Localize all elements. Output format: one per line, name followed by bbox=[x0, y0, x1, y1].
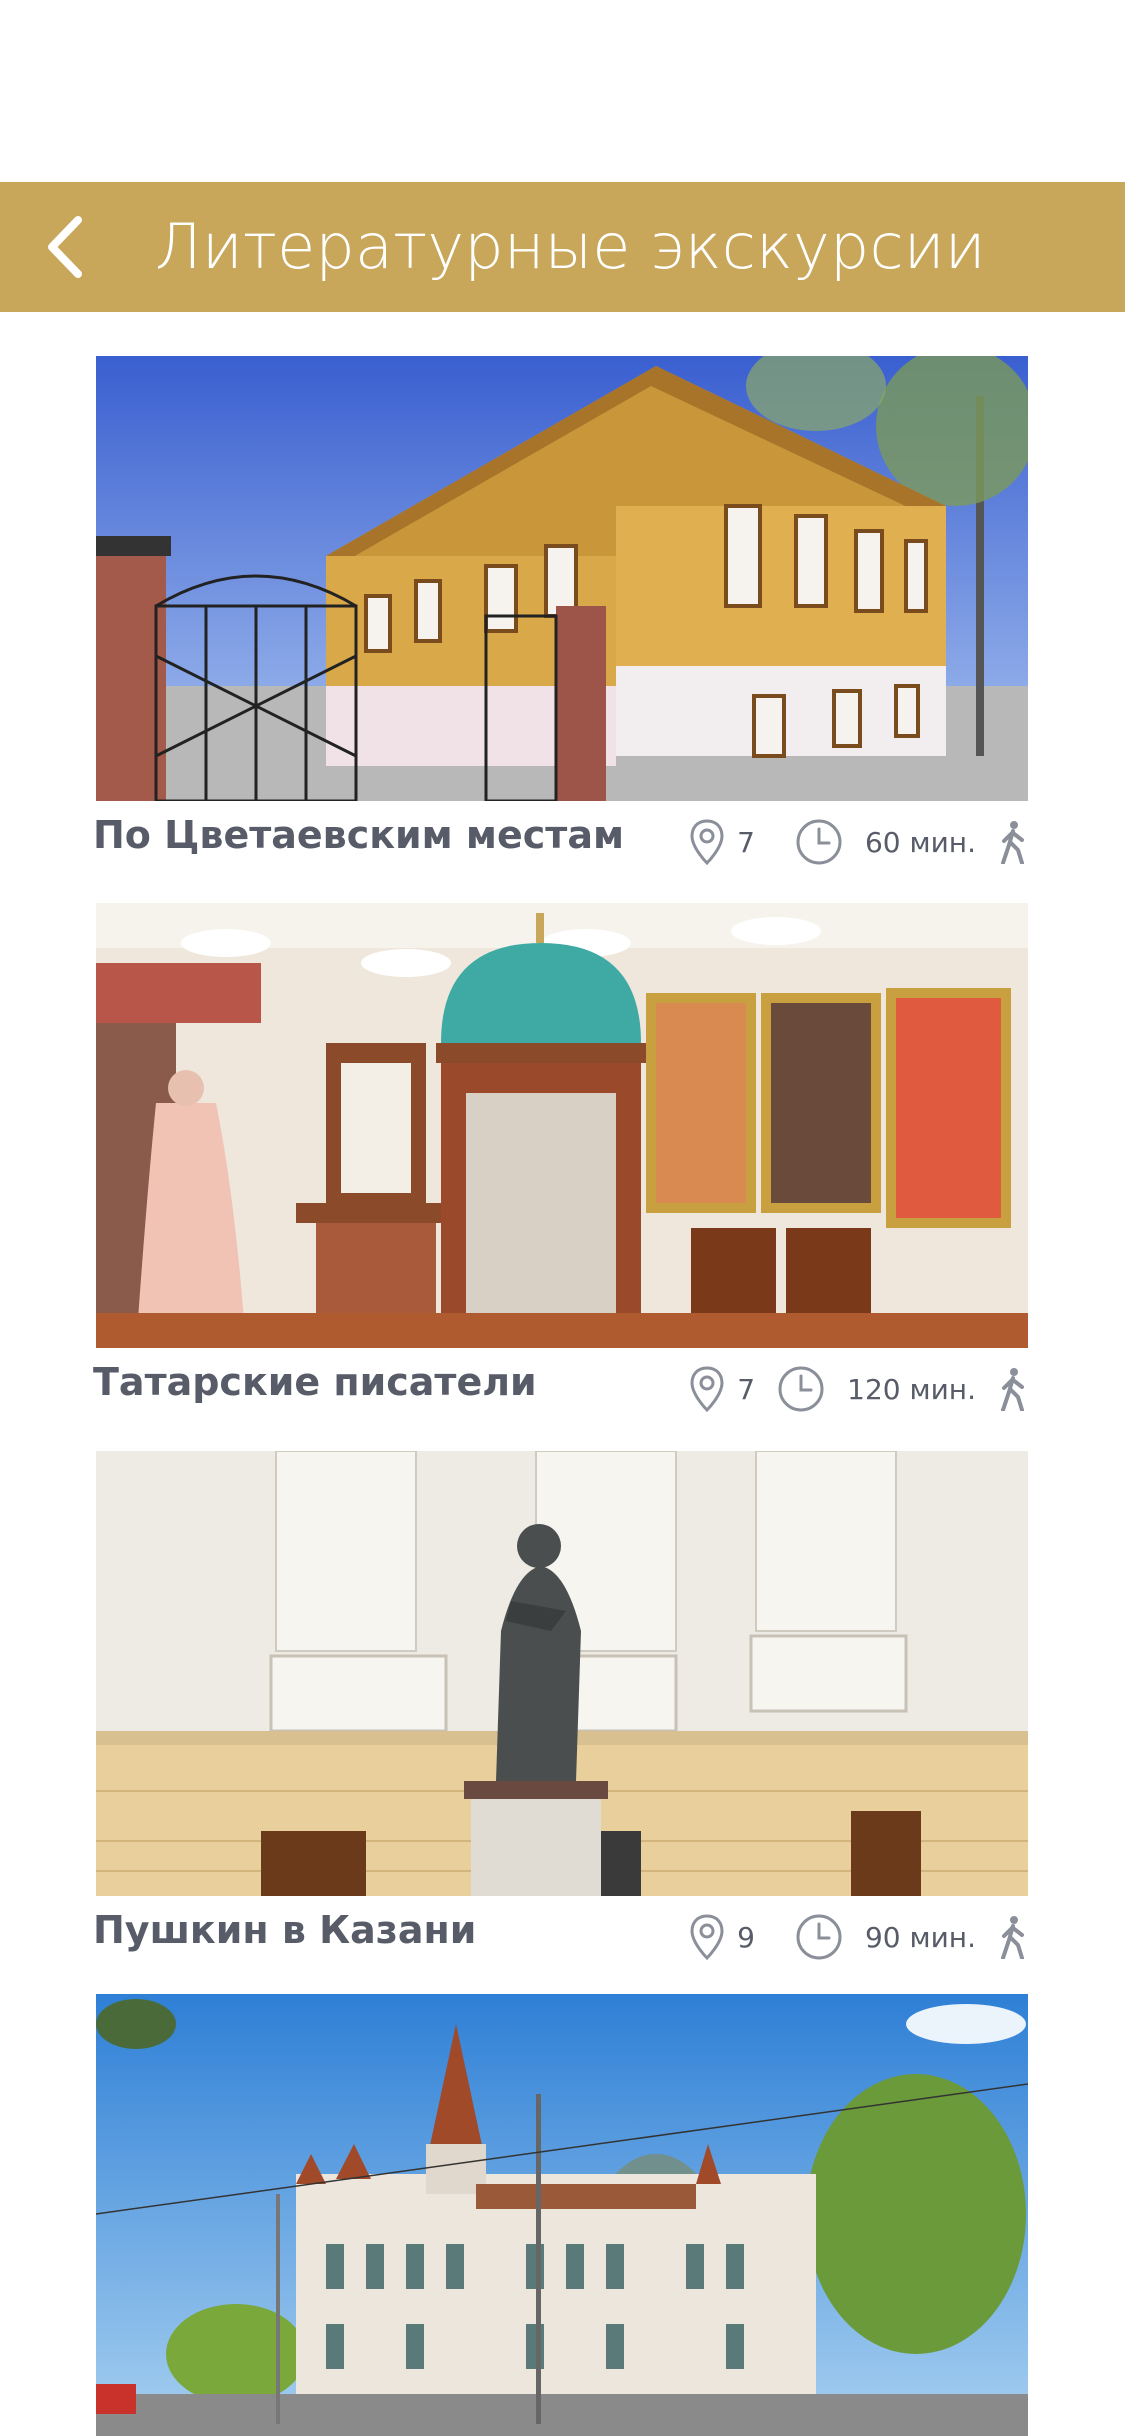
points-count: 9 bbox=[737, 1920, 755, 1954]
tour-stats: 9 90 мин. bbox=[689, 1912, 1028, 1962]
tour-image[interactable] bbox=[96, 903, 1028, 1348]
tour-meta: Татарские писатели 7 120 мин. bbox=[93, 1348, 1028, 1438]
tour-title: Татарские писатели bbox=[93, 1360, 537, 1404]
tour-card[interactable]: По Цветаевским местам 7 60 мин. bbox=[93, 356, 1028, 891]
tour-stats: 7 120 мин. bbox=[689, 1364, 1028, 1414]
points-count: 7 bbox=[737, 1372, 756, 1406]
clock-icon bbox=[795, 818, 843, 866]
tour-image[interactable] bbox=[96, 356, 1028, 801]
duration: 120 мин. bbox=[847, 1372, 976, 1406]
location-pin-icon bbox=[689, 1913, 725, 1961]
tour-image[interactable] bbox=[96, 1994, 1028, 2436]
tour-meta: Пушкин в Казани 9 90 мин. bbox=[93, 1896, 1028, 1986]
duration: 60 мин. bbox=[864, 825, 976, 859]
walking-icon bbox=[998, 1367, 1028, 1411]
location-pin-icon bbox=[689, 818, 725, 866]
walking-icon bbox=[998, 1915, 1028, 1959]
tour-card[interactable] bbox=[96, 1994, 1028, 2436]
tour-card[interactable]: Пушкин в Казани 9 90 мин. bbox=[93, 1451, 1028, 1986]
walking-icon bbox=[998, 820, 1028, 864]
back-button[interactable] bbox=[20, 202, 110, 292]
tour-title: Пушкин в Казани bbox=[93, 1908, 477, 1952]
tour-meta: По Цветаевским местам 7 60 мин. bbox=[93, 801, 1028, 891]
tour-stats: 7 60 мин. bbox=[689, 817, 1028, 867]
app-header: Литературные экскурсии bbox=[0, 182, 1125, 312]
chevron-left-icon bbox=[48, 216, 82, 278]
duration: 90 мин. bbox=[864, 1920, 976, 1954]
page-title: Литературные экскурсии bbox=[155, 210, 986, 283]
tour-card[interactable]: Татарские писатели 7 120 мин. bbox=[93, 903, 1028, 1438]
points-count: 7 bbox=[737, 825, 755, 859]
tour-title: По Цветаевским местам bbox=[93, 813, 625, 857]
clock-icon bbox=[795, 1913, 843, 1961]
clock-icon bbox=[777, 1365, 825, 1413]
location-pin-icon bbox=[689, 1365, 725, 1413]
tour-image[interactable] bbox=[96, 1451, 1028, 1896]
